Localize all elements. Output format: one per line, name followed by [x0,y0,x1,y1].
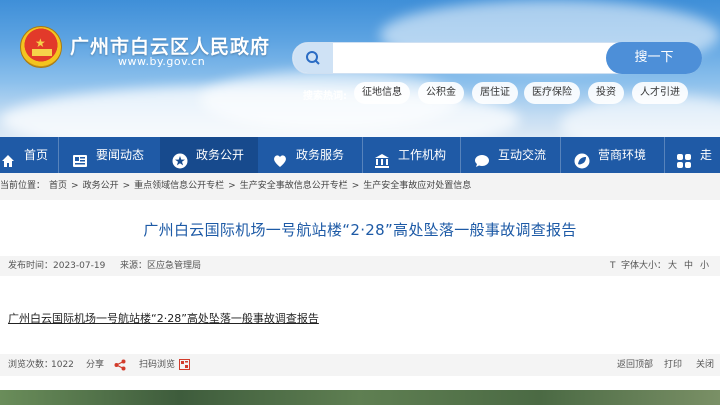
hot-search-label: 搜索热词: [303,91,347,102]
share-label[interactable]: 分享 [86,354,104,376]
search-input[interactable] [335,48,595,68]
grid-icon [676,147,692,168]
breadcrumb-item[interactable]: 政务公开 [83,181,119,191]
font-size-label: 字体大小： [621,261,667,271]
nav-item-interaction[interactable]: 互动交流 [474,137,560,173]
breadcrumb-label: 当前位置： [0,181,46,191]
nav-item-news[interactable]: 要闻动态 [72,137,160,173]
nav-item-label: 政务服务 [296,148,345,162]
search-button[interactable]: 搜一下 [606,42,702,74]
hot-term-tag[interactable]: 医疗保险 [524,82,580,104]
nav-item-gov-services[interactable]: 政务服务 [272,137,362,173]
close-link[interactable]: 关闭 [696,354,714,376]
breadcrumb-item[interactable]: 重点领域信息公开专栏 [134,181,224,191]
print-link[interactable]: 打印 [664,354,682,376]
search-box: 搜一下 [292,42,702,74]
font-size-small[interactable]: 小 [700,256,709,276]
publish-time: 发布时间：2023-07-19 [8,261,106,271]
font-size-large[interactable]: 大 [668,256,677,276]
view-count-label: 浏览次数： [8,360,54,370]
breadcrumb-item[interactable]: 首页 [49,181,67,191]
nav-item-label: 营商环境 [598,148,647,162]
article-title: 广州白云国际机场一号航站楼“2·28”高处坠落一般事故调查报告 [143,221,577,239]
article-meta: 发布时间：2023-07-19 来源：区应急管理局 T 字体大小： 大 中 小 [0,256,720,276]
main-nav: 首页 要闻动态 政务公开 政务服务 工作机构 互动交流 营商环境 走 [0,137,720,173]
nav-item-label: 互动交流 [498,148,547,162]
search-icon [293,43,333,73]
site-url: www.by.gov.cn [118,55,206,68]
news-icon [72,147,88,167]
font-size-medium[interactable]: 中 [684,256,693,276]
nav-item-institutions[interactable]: 工作机构 [374,137,460,173]
national-emblem-icon: ★ [20,26,62,68]
hot-term-tag[interactable]: 投资 [588,82,624,104]
chat-icon [474,147,490,167]
nav-item-label: 首页 [24,148,49,162]
hot-term-tag[interactable]: 居住证 [472,82,518,104]
font-size-icon: T [610,261,616,271]
view-count: 1022 [51,360,74,370]
breadcrumb-item[interactable]: 生产安全事故应对处置信息 [363,181,471,191]
star-icon [172,147,188,168]
leaf-icon [574,147,590,168]
footer-scenery-image [0,390,720,405]
nav-item-business-env[interactable]: 营商环境 [574,137,664,173]
nav-item-home[interactable]: 首页 [0,137,50,173]
article-footer-bar: 浏览次数： 1022 分享 扫码浏览 返回顶部 打印 关闭 [0,354,720,376]
nav-item-label: 工作机构 [398,148,447,162]
nav-item-explore[interactable]: 走进 [676,137,720,173]
hot-term-tag[interactable]: 人才引进 [632,82,688,104]
share-icon[interactable] [114,359,126,371]
building-icon [374,147,390,168]
scan-label[interactable]: 扫码浏览 [139,354,175,376]
nav-item-label: 政务公开 [196,148,245,162]
home-icon [0,147,16,167]
nav-item-label: 要闻动态 [96,148,145,162]
attachment-link[interactable]: 广州白云国际机场一号航站楼“2·28”高处坠落一般事故调查报告 [8,310,319,326]
hot-term-tag[interactable]: 征地信息 [354,82,410,104]
breadcrumb: 当前位置： 首页 > 政务公开 > 重点领域信息公开专栏 > 生产安全事故信息公开专栏 > 生产安… [0,173,720,200]
breadcrumb-item[interactable]: 生产安全事故信息公开专栏 [240,181,348,191]
header-banner: ★ 广州市白云区人民政府 www.by.gov.cn 搜一下 搜索热词: 征地信… [0,0,720,137]
hot-term-tag[interactable]: 公积金 [418,82,464,104]
nav-item-gov-affairs[interactable]: 政务公开 [160,137,258,173]
back-to-top-link[interactable]: 返回顶部 [617,354,653,376]
heart-icon [272,147,288,167]
article-source: 来源：区应急管理局 [120,261,202,271]
qrcode-icon[interactable] [179,359,190,370]
